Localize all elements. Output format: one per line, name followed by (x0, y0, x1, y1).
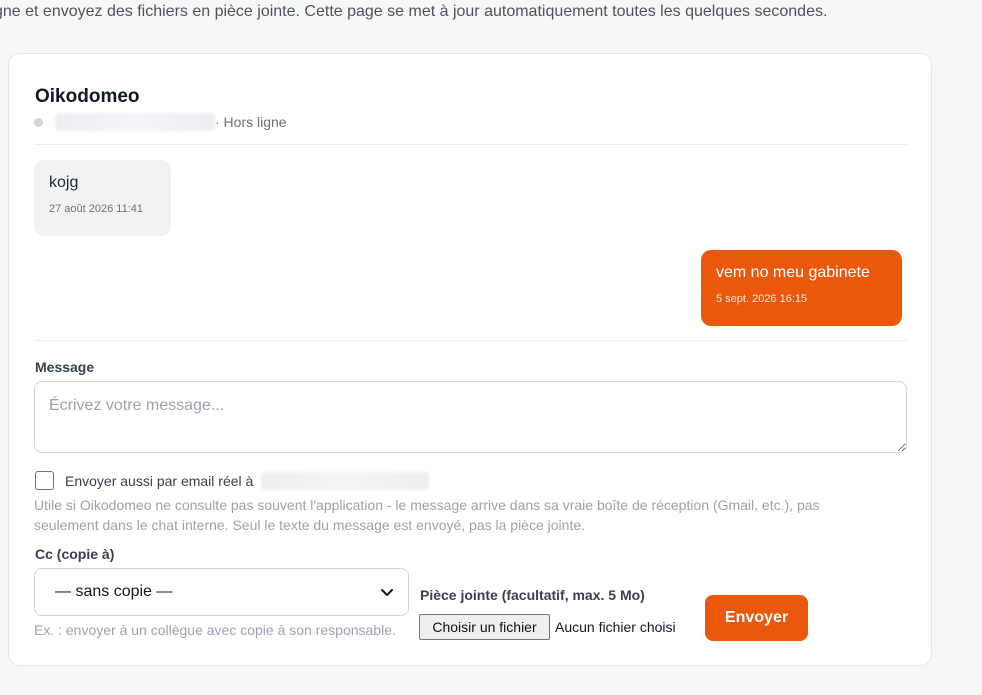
conversation-card: Oikodomeo · Hors ligne kojg 27 août 2026… (8, 53, 932, 666)
message-time: 5 sept. 2026 16:15 (716, 293, 808, 305)
contact-email-redacted (55, 113, 215, 131)
contact-status: · Hors ligne (34, 112, 287, 132)
message-outgoing: vem no meu gabinete 5 sept. 2026 16:15 (701, 250, 902, 326)
message-time: 27 août 2026 11:41 (49, 203, 143, 215)
message-input[interactable] (34, 381, 907, 453)
cc-label: Cc (copie à) (35, 546, 115, 562)
recipient-email-redacted (261, 472, 430, 490)
messages-divider (35, 340, 907, 341)
cc-select[interactable]: — sans copie — (34, 568, 409, 616)
email-copy-label-text: Envoyer aussi par email réel à (65, 473, 254, 489)
email-copy-label: Envoyer aussi par email réel à (65, 471, 430, 491)
message-label: Message (35, 359, 95, 375)
send-button[interactable]: Envoyer (705, 595, 808, 641)
email-copy-help: Utile si Oikodomeo ne consulte pas souve… (34, 497, 820, 533)
cc-selected-value: — sans copie — (55, 583, 173, 600)
message-incoming: kojg 27 août 2026 11:41 (34, 160, 171, 236)
status-text: · Hors ligne (215, 114, 287, 130)
header-divider (35, 144, 907, 145)
attachment-label: Pièce jointe (facultatif, max. 5 Mo) (420, 587, 645, 603)
status-dot-icon (34, 117, 43, 127)
page-intro-text: gne et envoyez des fichiers en pièce joi… (0, 3, 828, 20)
file-status: Aucun fichier choisi (555, 619, 676, 635)
cc-hint: Ex. : envoyer à un collègue avec copie à… (34, 622, 396, 638)
message-text: kojg (49, 174, 79, 191)
chevron-down-icon (381, 589, 393, 596)
message-text: vem no meu gabinete (716, 264, 870, 281)
contact-name: Oikodomeo (35, 86, 140, 107)
choose-file-button[interactable]: Choisir un fichier (419, 614, 550, 640)
email-copy-checkbox[interactable] (35, 471, 54, 490)
